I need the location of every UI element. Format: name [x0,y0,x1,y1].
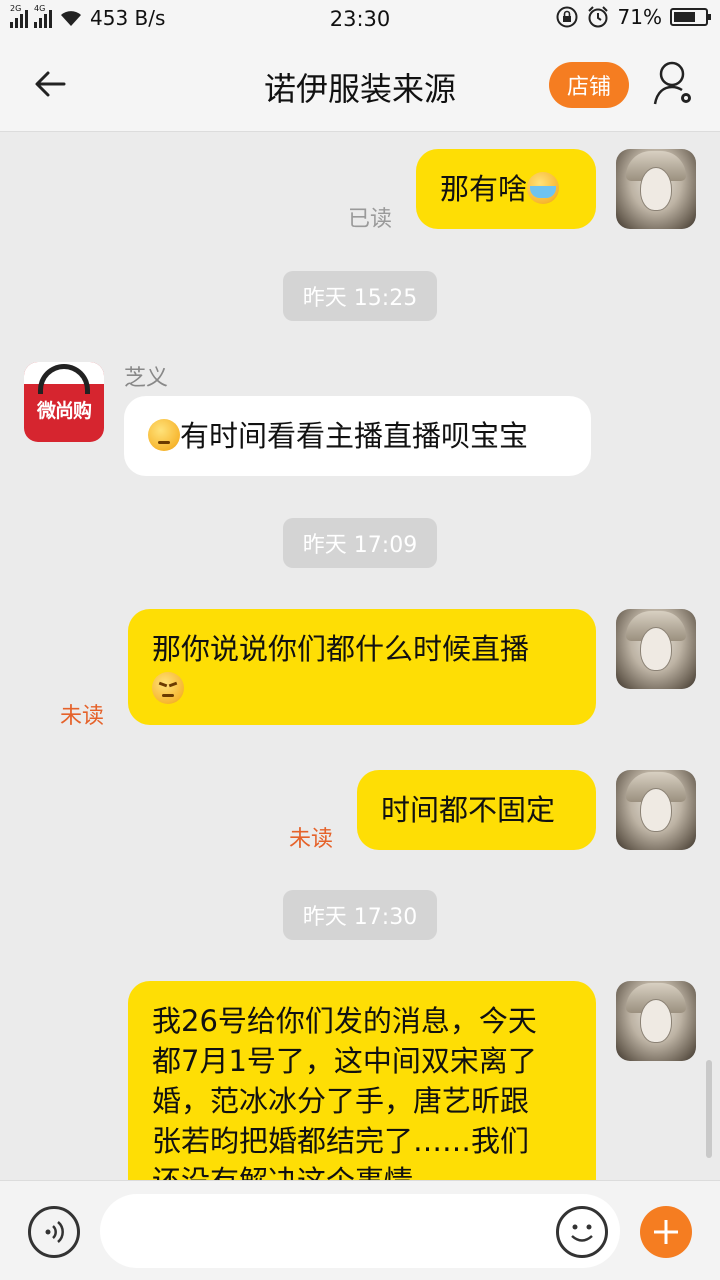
my-avatar[interactable] [616,149,696,229]
shop-avatar[interactable]: 微尚购 [24,362,104,442]
timestamp: 昨天 17:09 [283,518,437,568]
my-avatar[interactable] [616,609,696,689]
read-status: 已读 [348,207,393,232]
message-bubble-mine[interactable]: 那你说说你们都什么时候直播 [128,609,596,725]
input-bar [0,1180,720,1280]
cry-emoji-icon [527,172,560,204]
status-bar: 2G 4G 453 B/s 23:30 71% [0,0,720,38]
plus-icon[interactable] [640,1206,692,1258]
alarm-icon [587,6,608,28]
user-settings-icon[interactable] [652,60,696,108]
message-bubble-mine[interactable]: 时间都不固定 [357,770,596,850]
shop-button[interactable]: 店铺 [549,62,629,108]
timestamp: 昨天 17:30 [283,890,437,940]
message-input[interactable] [100,1194,620,1268]
sender-name: 芝义 [124,366,169,391]
message-bubble-other[interactable]: 有时间看看主播直播呗宝宝 [124,396,591,476]
voice-icon[interactable] [28,1206,80,1258]
scrollbar[interactable] [706,1060,712,1158]
chat-list[interactable]: 那有啥 已读 昨天 15:25 芝义 微尚购 有时间看看主播直播呗宝宝 昨天 1… [0,133,720,1180]
smirk-emoji-icon [148,419,180,451]
chat-header: 诺伊服装来源 店铺 [0,38,720,132]
angry-emoji-icon [152,672,184,704]
unread-status: 未读 [289,827,334,852]
unread-status: 未读 [60,704,105,729]
message-bubble-mine[interactable]: 我26号给你们发的消息，今天 都7月1号了，这中间双宋离了 婚，范冰冰分了手，唐… [128,981,596,1180]
lock-icon [556,6,578,28]
emoji-icon[interactable] [556,1206,608,1258]
my-avatar[interactable] [616,981,696,1061]
message-bubble-mine[interactable]: 那有啥 [416,149,596,229]
timestamp: 昨天 15:25 [283,271,437,321]
battery-percent: 71% [617,5,662,29]
battery-icon [670,8,711,26]
my-avatar[interactable] [616,770,696,850]
